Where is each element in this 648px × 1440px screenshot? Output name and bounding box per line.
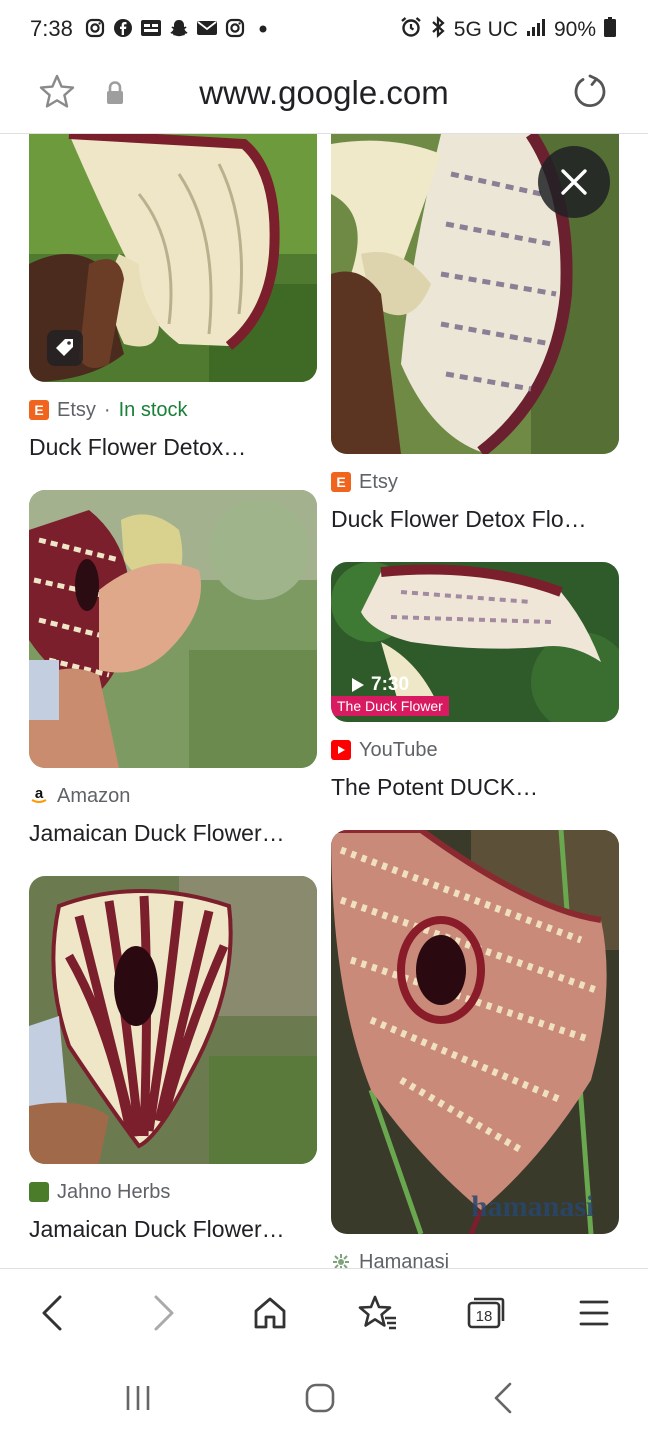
tab-count: 18	[476, 1308, 493, 1325]
network-type: 5G UC	[453, 18, 518, 41]
browser-toolbar: 18	[0, 1268, 648, 1354]
source-name: Hamanasi	[359, 1250, 450, 1269]
source-name: Amazon	[57, 784, 131, 807]
system-nav-bar	[0, 1354, 648, 1440]
result-title[interactable]: Jamaican Duck Flower…	[29, 820, 317, 847]
system-back-button[interactable]	[484, 1378, 524, 1418]
battery-icon	[604, 17, 616, 43]
result-thumbnail[interactable]	[29, 876, 317, 1164]
result-source: E Etsy · In stock	[29, 398, 317, 422]
result-source: a Amazon	[29, 784, 317, 808]
status-right: 5G UC 90%	[400, 16, 616, 44]
notification-icons	[84, 17, 274, 39]
home-button[interactable]	[248, 1291, 292, 1335]
etsy-icon: E	[331, 472, 351, 492]
result-card[interactable]: a Amazon Jamaican Duck Flower…	[29, 490, 317, 847]
watermark-text: hamanasi	[471, 1190, 595, 1223]
bookmarks-button[interactable]	[356, 1291, 400, 1335]
signal-icon	[526, 17, 546, 43]
instagram-icon	[224, 17, 246, 39]
tabs-icon: 18	[467, 1297, 505, 1329]
close-button[interactable]	[538, 146, 610, 218]
result-title[interactable]: Duck Flower Detox Flo…	[331, 506, 619, 533]
close-icon	[561, 169, 587, 195]
result-card[interactable]: hamanasi Hamanasi	[331, 830, 619, 1268]
tag-icon	[47, 330, 83, 366]
back-icon	[42, 1295, 62, 1331]
recents-icon	[126, 1386, 150, 1410]
video-label: The Duck Flower	[331, 696, 449, 716]
source-name: Etsy	[359, 470, 398, 493]
tabs-button[interactable]: 18	[464, 1291, 508, 1335]
bookmarks-icon	[358, 1295, 396, 1330]
home-icon	[254, 1297, 286, 1329]
forward-icon	[154, 1295, 174, 1331]
result-card[interactable]: 7:30 The Duck Flower YouTube The Potent …	[331, 562, 619, 801]
alarm-icon	[400, 16, 422, 44]
chat-icon	[140, 17, 162, 39]
bluetooth-icon	[430, 16, 446, 44]
svg-text:a: a	[35, 786, 44, 802]
status-bar: 7:38 5G UC 90%	[0, 0, 648, 60]
address-bar: www.google.com	[0, 60, 648, 134]
source-name: Jahno Herbs	[57, 1180, 171, 1203]
result-title[interactable]: The Potent DUCK…	[331, 774, 619, 801]
recents-button[interactable]	[118, 1378, 158, 1418]
reload-icon[interactable]	[570, 72, 610, 117]
source-separator: ·	[103, 398, 111, 421]
result-card[interactable]: E Etsy · In stock Duck Flower Detox…	[29, 134, 317, 461]
dot-icon	[252, 17, 274, 39]
result-card[interactable]: Jahno Herbs Jamaican Duck Flower…	[29, 876, 317, 1243]
battery-percent: 90%	[553, 18, 596, 41]
source-name: YouTube	[359, 738, 438, 761]
result-title[interactable]: Duck Flower Detox…	[29, 434, 317, 461]
system-back-icon	[494, 1382, 512, 1414]
menu-icon	[579, 1300, 609, 1326]
snapchat-icon	[168, 17, 190, 39]
hamanasi-icon	[331, 1252, 351, 1268]
result-source: E Etsy	[331, 470, 619, 494]
mail-icon	[196, 17, 218, 39]
system-home-button[interactable]	[300, 1378, 340, 1418]
instagram-icon	[84, 17, 106, 39]
etsy-icon: E	[29, 400, 49, 420]
image-results-grid: E Etsy · In stock Duck Flower Detox… E E…	[0, 134, 648, 1268]
url-text[interactable]: www.google.com	[0, 74, 648, 112]
result-thumbnail[interactable]: hamanasi	[331, 830, 619, 1234]
result-thumbnail[interactable]	[29, 134, 317, 382]
amazon-icon: a	[29, 786, 49, 806]
source-name: Etsy	[57, 398, 96, 421]
result-source: Hamanasi	[331, 1250, 619, 1268]
forward-button[interactable]	[142, 1291, 186, 1335]
result-thumbnail[interactable]: 7:30 The Duck Flower	[331, 562, 619, 722]
stock-status: In stock	[118, 398, 188, 421]
result-thumbnail[interactable]	[29, 490, 317, 768]
result-source: Jahno Herbs	[29, 1180, 317, 1204]
youtube-icon	[331, 740, 351, 760]
back-button[interactable]	[30, 1291, 74, 1335]
duration-text: 7:30	[371, 674, 410, 695]
play-icon	[352, 678, 364, 692]
video-duration: 7:30	[351, 674, 409, 696]
facebook-icon	[112, 17, 134, 39]
status-time: 7:38	[30, 16, 73, 41]
result-title[interactable]: Jamaican Duck Flower…	[29, 1216, 317, 1243]
menu-button[interactable]	[572, 1291, 616, 1335]
home-circle-icon	[305, 1383, 335, 1413]
result-source: YouTube	[331, 738, 619, 762]
jahno-herbs-icon	[29, 1182, 49, 1202]
